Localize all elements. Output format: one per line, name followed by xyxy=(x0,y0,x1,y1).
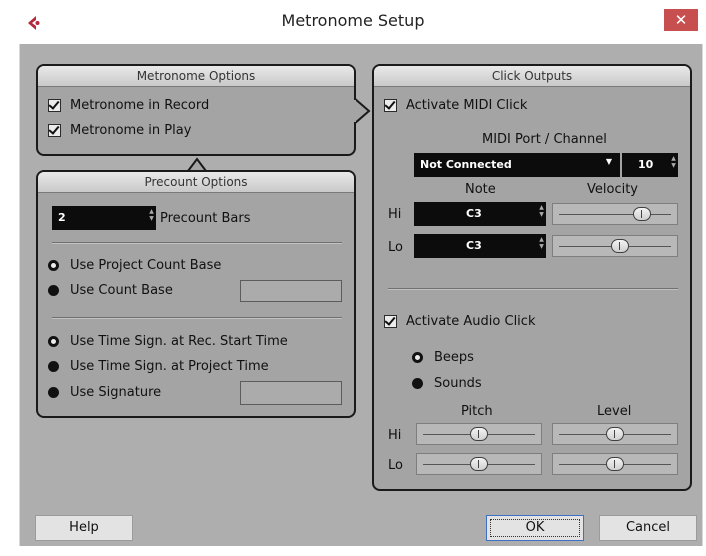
dropdown-arrow-icon: ▼ xyxy=(605,157,612,166)
metronome-in-record-label: Metronome in Record xyxy=(70,98,210,113)
activate-audio-click-label: Activate Audio Click xyxy=(406,314,536,329)
precount-options-header: Precount Options xyxy=(38,172,354,193)
radio-icon[interactable] xyxy=(412,352,423,363)
midi-port-value: Not Connected xyxy=(420,158,512,171)
metronome-in-play-checkbox[interactable]: Metronome in Play xyxy=(48,123,191,138)
spin-arrows-icon[interactable]: ▲ ▼ xyxy=(671,155,676,175)
hi-note-value: C3 xyxy=(466,207,482,220)
beeps-radio[interactable]: Beeps xyxy=(412,350,474,365)
time-sign-project-radio[interactable]: Use Time Sign. at Project Time xyxy=(48,359,269,374)
use-project-count-base-label: Use Project Count Base xyxy=(70,258,222,273)
activate-midi-click-checkbox[interactable]: Activate MIDI Click xyxy=(384,98,527,113)
activate-audio-click-checkbox[interactable]: Activate Audio Click xyxy=(384,314,535,329)
metronome-options-panel: Metronome Options Metronome in Record Me… xyxy=(36,64,356,156)
close-icon: ✕ xyxy=(674,11,688,29)
lo-pitch-slider[interactable] xyxy=(416,453,542,475)
checkbox-icon[interactable] xyxy=(384,99,397,112)
sounds-label: Sounds xyxy=(434,376,482,391)
lo-level-slider[interactable] xyxy=(552,453,678,475)
use-count-base-label: Use Count Base xyxy=(70,283,173,298)
lo-note-field[interactable]: C3 ▲ ▼ xyxy=(414,234,546,258)
radio-icon[interactable] xyxy=(48,361,59,372)
pitch-column-label: Pitch xyxy=(461,404,493,419)
radio-icon[interactable] xyxy=(48,336,59,347)
activate-midi-click-label: Activate MIDI Click xyxy=(406,98,528,113)
spin-arrows-icon[interactable]: ▲ ▼ xyxy=(539,204,544,224)
count-base-field[interactable] xyxy=(240,280,342,302)
audio-lo-label: Lo xyxy=(388,458,403,473)
ok-button[interactable]: OK xyxy=(486,515,584,541)
checkbox-icon[interactable] xyxy=(48,124,61,137)
lo-velocity-slider[interactable] xyxy=(552,235,678,257)
hi-velocity-slider[interactable] xyxy=(552,203,678,225)
audio-hi-label: Hi xyxy=(388,428,402,443)
lo-note-value: C3 xyxy=(466,239,482,252)
precount-options-panel: Precount Options 2 ▲ ▼ Precount Bars Use … xyxy=(36,170,356,418)
metronome-options-header: Metronome Options xyxy=(38,66,354,87)
use-project-count-base-radio[interactable]: Use Project Count Base xyxy=(48,258,221,273)
time-sign-rec-start-radio[interactable]: Use Time Sign. at Rec. Start Time xyxy=(48,334,288,349)
midi-port-channel-label: MIDI Port / Channel xyxy=(482,132,607,147)
hi-level-slider[interactable] xyxy=(552,423,678,445)
checkbox-icon[interactable] xyxy=(384,315,397,328)
radio-icon[interactable] xyxy=(48,285,59,296)
slider-knob[interactable] xyxy=(606,457,624,471)
precount-bars-field[interactable]: 2 ▲ ▼ xyxy=(52,206,156,230)
click-outputs-header: Click Outputs xyxy=(374,66,690,87)
spin-arrows-icon[interactable]: ▲ ▼ xyxy=(539,236,544,256)
slider-knob[interactable] xyxy=(470,457,488,471)
checkbox-icon[interactable] xyxy=(48,99,61,112)
signature-field[interactable] xyxy=(240,381,342,405)
divider xyxy=(388,288,678,290)
window-title: Metronome Setup xyxy=(281,11,425,30)
velocity-column-label: Velocity xyxy=(587,182,638,197)
slider-knob[interactable] xyxy=(470,427,488,441)
midi-lo-label: Lo xyxy=(388,240,403,255)
hi-pitch-slider[interactable] xyxy=(416,423,542,445)
title-bar: Metronome Setup ✕ xyxy=(0,0,706,44)
close-button[interactable]: ✕ xyxy=(664,9,698,31)
beeps-label: Beeps xyxy=(434,350,474,365)
time-sign-rec-start-label: Use Time Sign. at Rec. Start Time xyxy=(70,334,288,349)
panel-connector-arrow xyxy=(354,96,371,126)
use-signature-radio[interactable]: Use Signature xyxy=(48,385,161,400)
radio-icon[interactable] xyxy=(412,378,423,389)
sounds-radio[interactable]: Sounds xyxy=(412,376,482,391)
help-button[interactable]: Help xyxy=(35,515,133,541)
midi-channel-field[interactable]: 10 ▲ ▼ xyxy=(622,153,678,177)
divider xyxy=(52,317,342,319)
slider-knob[interactable] xyxy=(606,427,624,441)
use-signature-label: Use Signature xyxy=(70,385,162,400)
spin-arrows-icon[interactable]: ▲ ▼ xyxy=(149,208,154,228)
metronome-in-play-label: Metronome in Play xyxy=(70,123,192,138)
metronome-in-record-checkbox[interactable]: Metronome in Record xyxy=(48,98,209,113)
dialog-body: Metronome Options Metronome in Record Me… xyxy=(19,44,703,546)
radio-icon[interactable] xyxy=(48,387,59,398)
midi-hi-label: Hi xyxy=(388,207,402,222)
level-column-label: Level xyxy=(597,404,632,419)
radio-icon[interactable] xyxy=(48,260,59,271)
midi-channel-value: 10 xyxy=(638,158,654,171)
precount-bars-label: Precount Bars xyxy=(160,211,251,226)
hi-note-field[interactable]: C3 ▲ ▼ xyxy=(414,202,546,226)
click-outputs-panel: Click Outputs Activate MIDI Click MIDI P… xyxy=(372,64,692,491)
midi-port-dropdown[interactable]: Not Connected ▼ xyxy=(414,153,620,177)
slider-knob[interactable] xyxy=(610,239,629,253)
note-column-label: Note xyxy=(465,182,496,197)
slider-knob[interactable] xyxy=(633,207,652,221)
precount-bars-value: 2 xyxy=(58,211,66,224)
divider xyxy=(52,242,342,244)
cancel-button[interactable]: Cancel xyxy=(599,515,697,541)
use-count-base-radio[interactable]: Use Count Base xyxy=(48,283,173,298)
time-sign-project-label: Use Time Sign. at Project Time xyxy=(70,359,269,374)
